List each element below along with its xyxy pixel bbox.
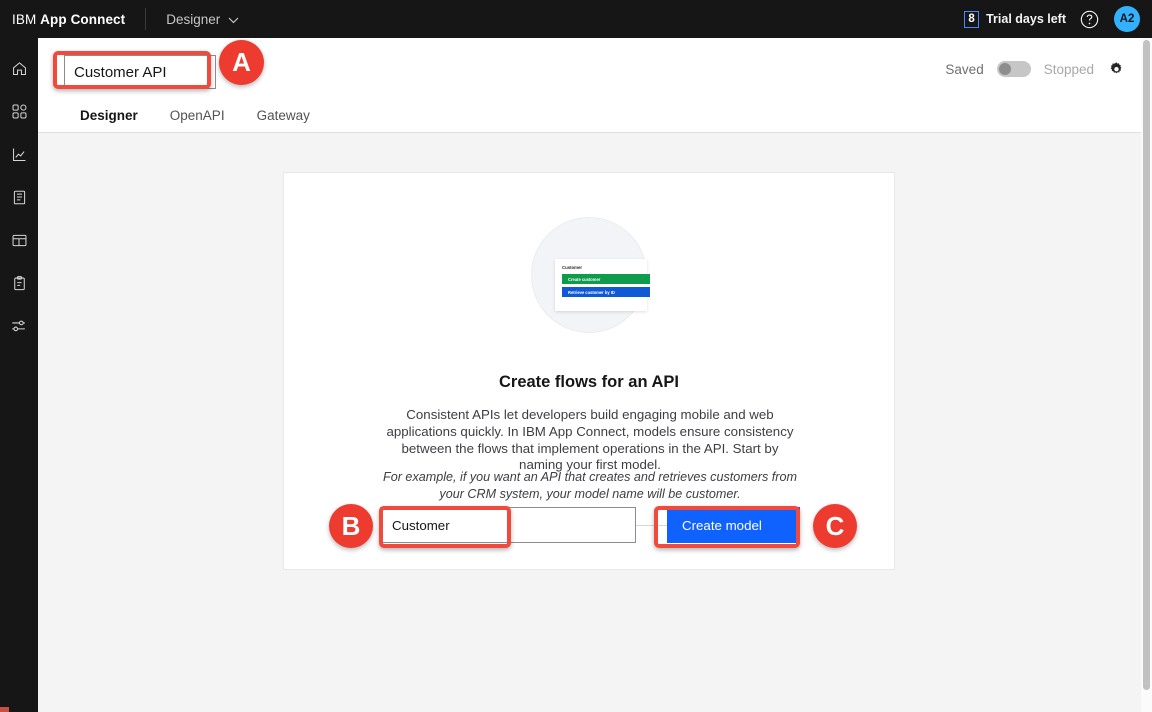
dashboard-layout-icon (11, 232, 28, 249)
sliders-settings-icon (10, 317, 28, 335)
model-form-row: Create model (380, 507, 800, 543)
api-header: Designer OpenAPI Gateway Saved Stopped (38, 38, 1141, 136)
sidebar-item-applications[interactable] (5, 99, 33, 123)
header-divider (145, 8, 147, 30)
sidebar-item-settings[interactable] (5, 314, 33, 338)
description-text: Consistent APIs let developers build eng… (386, 407, 794, 473)
gear-icon[interactable] (1107, 60, 1125, 78)
tab-gateway[interactable]: Gateway (240, 100, 326, 136)
sidebar-item-analytics[interactable] (5, 142, 33, 166)
api-name-input[interactable] (64, 55, 216, 89)
model-name-input[interactable] (380, 507, 636, 543)
annotation-marker-a: A (219, 40, 264, 85)
example-text: For example, if you want an API that cre… (383, 470, 797, 501)
empty-state-card: Customer Create customer Retrieve custom… (283, 172, 895, 570)
product-switcher[interactable]: Designer (166, 12, 239, 27)
annotation-edge-artifact (0, 707, 9, 712)
annotation-marker-b: B (329, 504, 373, 548)
trial-days-label: Trial days left (986, 12, 1066, 26)
tab-openapi[interactable]: OpenAPI (153, 100, 241, 136)
sidebar-item-catalog[interactable] (5, 185, 33, 209)
product-switcher-label: Designer (166, 11, 221, 27)
run-toggle-knob (998, 63, 1011, 75)
scrollbar-thumb[interactable] (1143, 40, 1150, 690)
trial-indicator: 8 Trial days left (964, 10, 1066, 28)
api-tabs: Designer OpenAPI Gateway (64, 100, 326, 136)
brand-prefix: IBM (12, 11, 37, 27)
apps-grid-icon (11, 103, 28, 120)
trial-days-badge: 8 (964, 10, 980, 28)
illustration-model-title: Customer (562, 265, 583, 270)
header-actions: 8 Trial days left A2 (964, 6, 1152, 32)
run-toggle[interactable] (996, 61, 1031, 77)
sidebar-item-home[interactable] (5, 56, 33, 80)
form-connector-line (636, 524, 667, 526)
clipboard-icon (11, 275, 28, 292)
chevron-down-icon (228, 12, 239, 27)
page-title: Create flows for an API (498, 373, 679, 391)
create-model-button[interactable]: Create model (667, 507, 800, 543)
illustration-operation-retrieve: Retrieve customer by ID (562, 287, 650, 297)
api-status-controls: Saved Stopped (945, 60, 1125, 78)
save-status-label: Saved (945, 61, 984, 77)
illustration-model-card: Customer Create customer Retrieve custom… (555, 259, 650, 311)
brand-logo[interactable]: IBM App Connect (12, 12, 125, 27)
annotation-marker-c: C (813, 504, 857, 548)
vertical-scrollbar[interactable] (1141, 38, 1152, 712)
app-window: IBM App Connect Designer 8 Trial days le… (0, 0, 1152, 712)
help-circle-icon[interactable] (1076, 6, 1102, 32)
brand-name: App Connect (40, 11, 126, 27)
sidebar-item-dashboard[interactable] (5, 228, 33, 252)
home-icon (11, 60, 28, 77)
left-nav-rail (0, 38, 38, 712)
tab-designer[interactable]: Designer (64, 100, 154, 136)
illustration-operation-create: Create customer (562, 274, 650, 284)
list-catalog-icon (11, 189, 28, 206)
model-illustration: Customer Create customer Retrieve custom… (531, 217, 650, 333)
chart-line-icon (11, 146, 28, 163)
api-name-wrapper (64, 55, 216, 89)
run-state-label: Stopped (1043, 61, 1094, 77)
avatar[interactable]: A2 (1114, 6, 1140, 32)
designer-canvas: Customer Create customer Retrieve custom… (38, 133, 1141, 712)
sidebar-item-tasks[interactable] (5, 271, 33, 295)
global-header: IBM App Connect Designer 8 Trial days le… (0, 0, 1152, 38)
